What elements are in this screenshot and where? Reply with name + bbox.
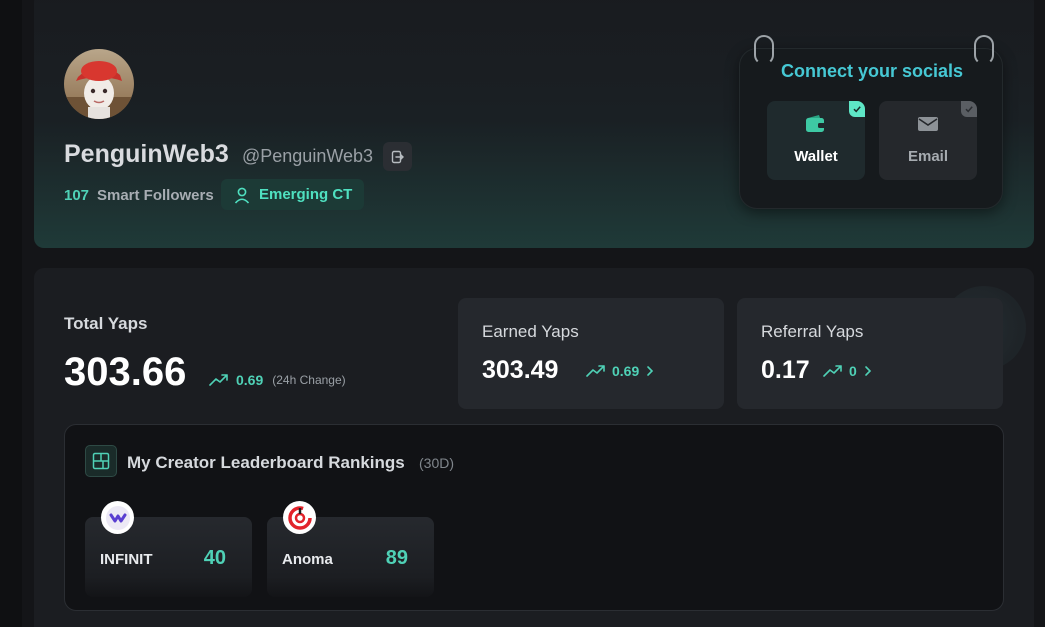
leaderboard-period: (30D) [419, 455, 455, 471]
status-badge-label: Emerging CT [259, 186, 353, 203]
wallet-connected-check [849, 101, 865, 117]
email-connect-button[interactable]: Email [879, 101, 977, 180]
logout-button[interactable] [383, 142, 412, 171]
infinit-icon [105, 505, 130, 530]
infinit-logo-icon [101, 501, 134, 534]
left-edge-panel [0, 0, 22, 627]
ranking-card-anoma[interactable]: Anoma 89 [267, 501, 434, 597]
avatar[interactable] [64, 49, 134, 119]
total-yaps-label: Total Yaps [64, 314, 148, 333]
earned-change-value: 0.69 [612, 363, 640, 379]
referral-yaps-change: 0 [823, 363, 873, 379]
change-period-note: (24h Change) [272, 373, 346, 387]
logout-icon [391, 150, 404, 163]
mail-icon [918, 117, 938, 131]
ranking-score: 40 [203, 547, 226, 569]
anoma-logo-icon [283, 501, 316, 534]
ranking-name: INFINIT [100, 551, 153, 568]
user-icon [234, 187, 250, 204]
smart-followers-count: 107 [64, 187, 90, 204]
wallet-connect-button[interactable]: Wallet [767, 101, 865, 180]
total-yaps-change: 0.69 (24h Change) [209, 372, 346, 388]
leaderboard-icon [85, 445, 117, 477]
connect-socials-title: Connect your socials [780, 61, 964, 81]
layout-grid-icon [92, 452, 110, 470]
ranking-card-infinit[interactable]: INFINIT 40 [85, 501, 252, 597]
wallet-icon [806, 115, 826, 132]
referral-yaps-value: 0.17 [761, 356, 810, 384]
referral-yaps-box[interactable]: Referral Yaps 0.17 0 [737, 298, 1003, 409]
status-badge: Emerging CT [221, 179, 364, 210]
trend-up-icon [209, 374, 228, 386]
anoma-icon [287, 505, 312, 530]
yaps-card: Total Yaps 303.66 0.69 (24h Change) Earn… [34, 268, 1034, 627]
connect-socials-panel: Connect your socials Wallet Email [739, 35, 1003, 209]
check-icon [853, 106, 861, 113]
chevron-right-icon[interactable] [645, 364, 655, 378]
trend-up-icon [823, 365, 842, 377]
avatar-image [64, 49, 134, 119]
earned-yaps-change: 0.69 [586, 363, 655, 379]
ranking-score: 89 [385, 547, 408, 569]
trend-up-icon [586, 365, 605, 377]
chevron-right-icon[interactable] [863, 364, 873, 378]
total-yaps-value: 303.66 [64, 350, 187, 394]
leaderboard-panel: My Creator Leaderboard Rankings (30D) IN… [64, 424, 1004, 611]
username: PenguinWeb3 [64, 140, 229, 168]
earned-yaps-label: Earned Yaps [482, 322, 579, 341]
email-check [961, 101, 977, 117]
profile-card: PenguinWeb3 @PenguinWeb3 107 Smart Follo… [34, 0, 1034, 248]
ranking-name: Anoma [282, 551, 333, 568]
smart-followers-label: Smart Followers [97, 187, 214, 204]
referral-yaps-label: Referral Yaps [761, 322, 864, 341]
leaderboard-title: My Creator Leaderboard Rankings [127, 453, 405, 472]
wallet-label: Wallet [794, 148, 838, 165]
user-handle: @PenguinWeb3 [242, 146, 374, 166]
email-label: Email [907, 148, 949, 165]
earned-yaps-box[interactable]: Earned Yaps 303.49 0.69 [458, 298, 724, 409]
earned-yaps-value: 303.49 [482, 356, 559, 384]
total-change-value: 0.69 [236, 372, 264, 388]
check-icon [965, 106, 973, 113]
referral-change-value: 0 [849, 363, 857, 379]
